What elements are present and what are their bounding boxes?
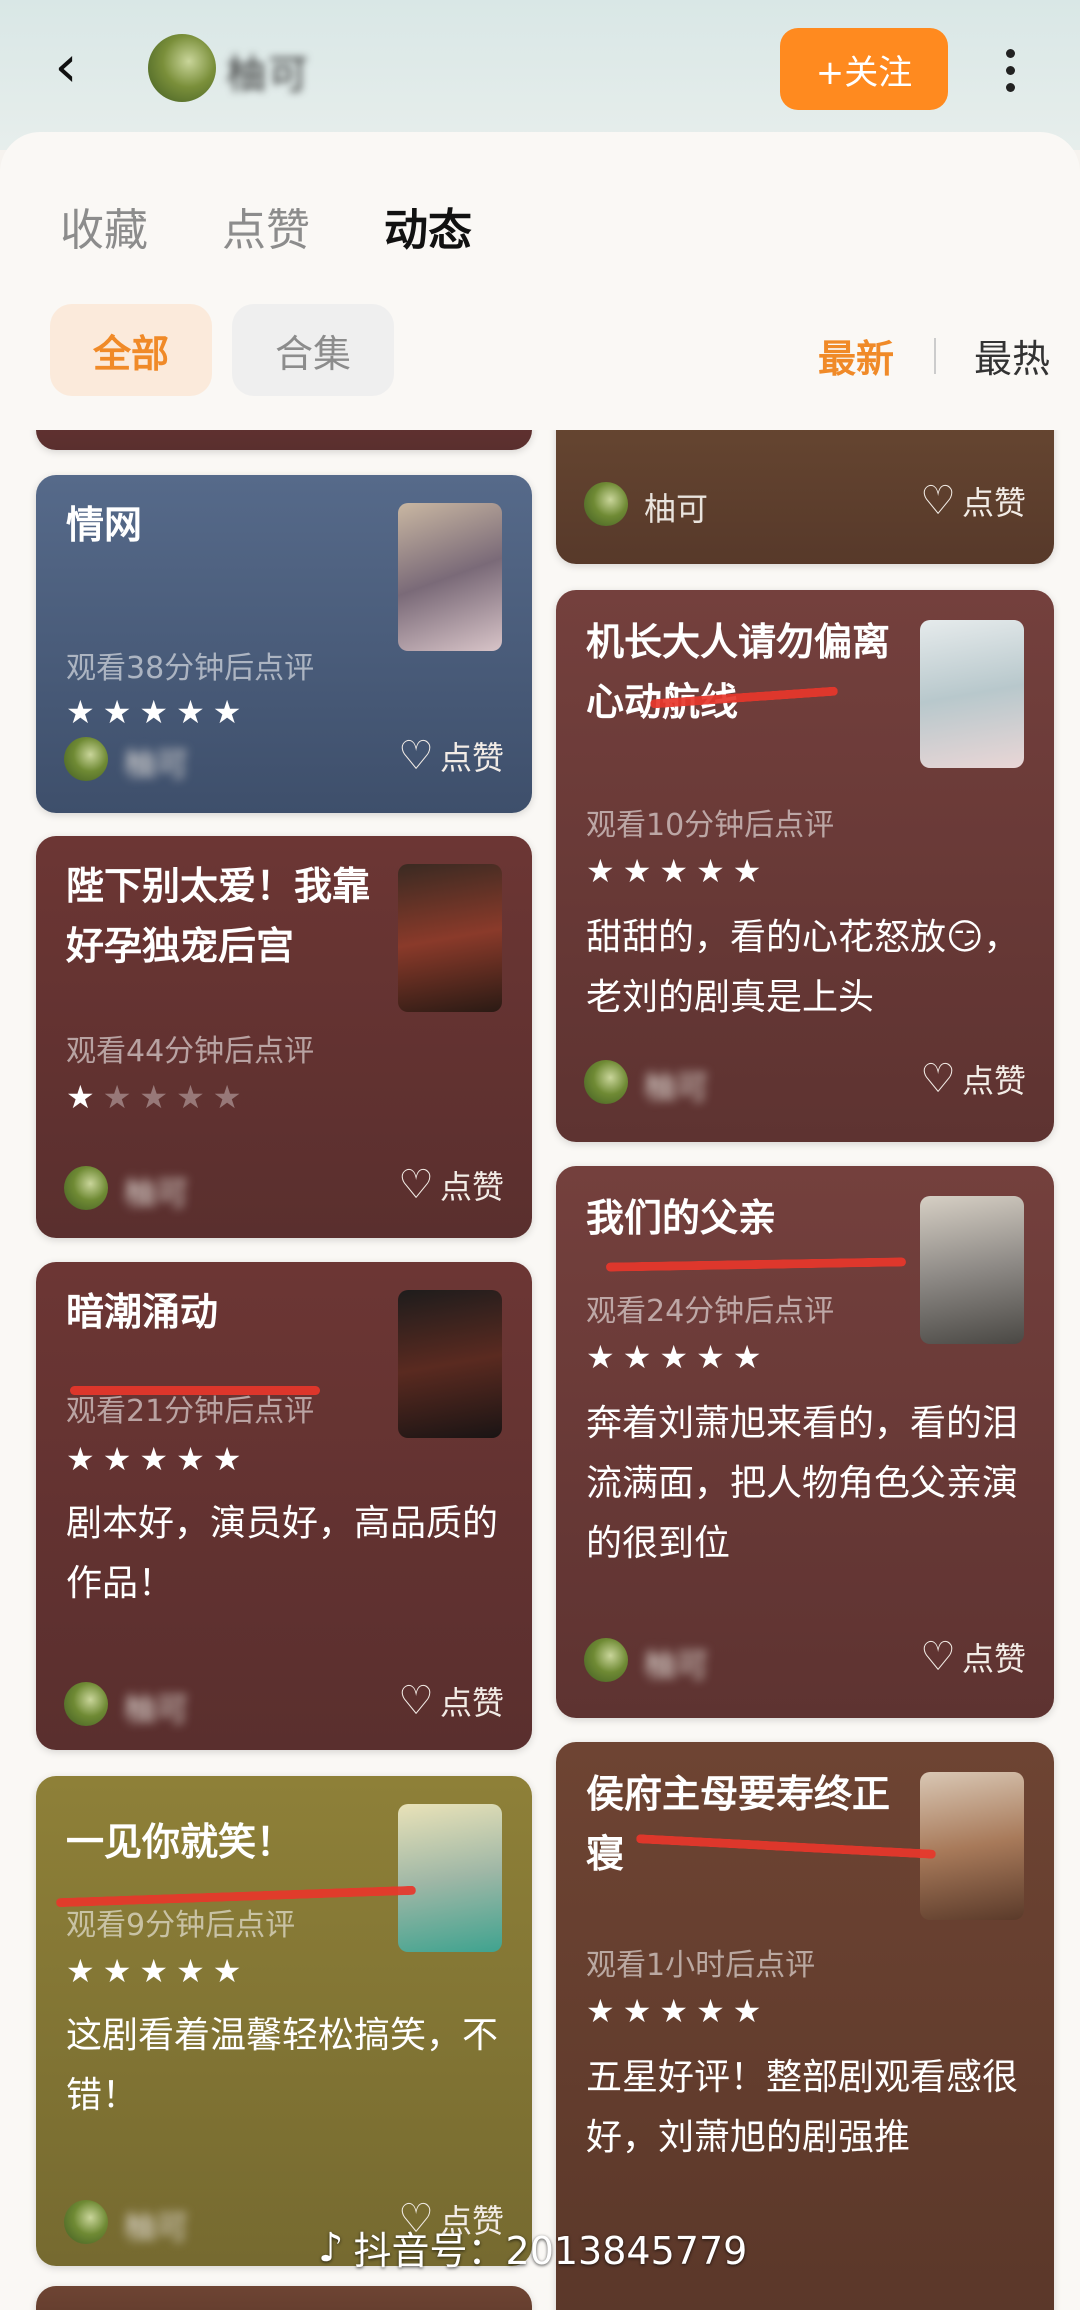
- heart-icon: ♡: [920, 478, 956, 524]
- review-text: 剧本好，演员好，高品质的作品！: [66, 1503, 499, 1604]
- profile-name: 柚可: [226, 52, 310, 98]
- review-feed[interactable]: 柚可 ♡ 点赞 情网 观看38分钟后点评 ★★★★★ 柚可 ♡ 点赞 机长大人请…: [0, 430, 1080, 2310]
- review-text: 这剧看着温馨轻松搞笑，不错！: [66, 2015, 499, 2116]
- card-user-name[interactable]: 柚可: [124, 739, 188, 785]
- like-label: 点赞: [439, 1168, 504, 1206]
- like-label: 点赞: [439, 1684, 504, 1722]
- drama-title[interactable]: 情网: [66, 495, 142, 555]
- sort-latest[interactable]: 最新: [818, 328, 894, 383]
- watch-time: 观看38分钟后点评: [66, 651, 315, 686]
- watch-time: 观看21分钟后点评: [66, 1394, 315, 1429]
- watermark-text: 抖音号：2013845779: [353, 2229, 748, 2273]
- drama-poster[interactable]: [398, 1290, 502, 1438]
- heart-icon: ♡: [398, 1162, 434, 1208]
- rating-stars: ★★★★★: [66, 1952, 250, 1990]
- card-user-name[interactable]: 柚可: [124, 1684, 188, 1730]
- review-text: 甜甜的，看的心花怒放😏，老刘的剧真是上头: [586, 917, 1020, 1018]
- drama-poster[interactable]: [920, 620, 1024, 768]
- drama-title[interactable]: 陛下别太爱！我靠好孕独宠后宫: [66, 856, 376, 976]
- like-label: 点赞: [439, 739, 504, 777]
- drama-poster[interactable]: [398, 1804, 502, 1952]
- review-card[interactable]: 柚可 ♡ 点赞: [556, 430, 1054, 564]
- tab-favorites[interactable]: 收藏: [60, 194, 148, 258]
- top-bar: ‹ 柚可 +关注: [0, 0, 1080, 150]
- tab-activity[interactable]: 动态: [384, 194, 472, 258]
- douyin-watermark: ♪ 抖音号：2013845779: [318, 2220, 747, 2275]
- heart-icon: ♡: [920, 1056, 956, 1102]
- drama-title[interactable]: 一见你就笑！: [66, 1812, 294, 1872]
- avatar[interactable]: [584, 1060, 628, 1104]
- avatar[interactable]: [64, 737, 108, 781]
- like-label: 点赞: [961, 1062, 1026, 1100]
- like-label: 点赞: [961, 1640, 1026, 1678]
- like-button[interactable]: ♡ 点赞: [920, 1056, 1026, 1102]
- like-label: 点赞: [961, 484, 1026, 522]
- filter-collection-chip[interactable]: 合集: [232, 304, 394, 396]
- back-button[interactable]: ‹: [36, 36, 96, 96]
- avatar[interactable]: [584, 482, 628, 526]
- like-button[interactable]: ♡ 点赞: [398, 1162, 504, 1208]
- card-user-name[interactable]: 柚可: [644, 484, 708, 530]
- heart-icon: ♡: [398, 733, 434, 779]
- watch-time: 观看9分钟后点评: [66, 1908, 296, 1943]
- rating-stars: ★★★★★: [586, 1338, 770, 1376]
- profile-tabs: 收藏 点赞 动态: [60, 194, 472, 258]
- rating-stars: ★★★★★: [66, 693, 250, 731]
- review-card[interactable]: 陛下别太爱！我靠好孕独宠后宫 观看44分钟后点评 ★★★★★ 柚可 ♡ 点赞: [36, 836, 532, 1238]
- like-button[interactable]: ♡ 点赞: [398, 1678, 504, 1724]
- chevron-left-icon: ‹: [54, 32, 78, 100]
- drama-poster[interactable]: [920, 1196, 1024, 1344]
- filter-all-chip[interactable]: 全部: [50, 304, 212, 396]
- drama-title[interactable]: 我们的父亲: [586, 1188, 776, 1248]
- drama-poster[interactable]: [398, 864, 502, 1012]
- watch-time: 观看1小时后点评: [586, 1948, 816, 1983]
- review-card[interactable]: 机长大人请勿偏离心动航线 观看10分钟后点评 ★★★★★ 甜甜的，看的心花怒放😏…: [556, 590, 1054, 1142]
- rating-stars: ★★★★★: [66, 1440, 250, 1478]
- douyin-logo-icon: ♪: [318, 2224, 344, 2271]
- rating-stars: ★★★★★: [586, 852, 770, 890]
- avatar[interactable]: [64, 2200, 108, 2244]
- card-user-name[interactable]: 柚可: [644, 1062, 708, 1108]
- watch-time: 观看24分钟后点评: [586, 1294, 835, 1329]
- tab-likes[interactable]: 点赞: [222, 194, 310, 258]
- drama-title[interactable]: 机长大人请勿偏离心动航线: [586, 612, 896, 732]
- follow-button[interactable]: +关注: [780, 28, 948, 110]
- avatar[interactable]: [64, 1682, 108, 1726]
- like-button[interactable]: ♡ 点赞: [398, 733, 504, 779]
- review-card[interactable]: [36, 430, 532, 450]
- drama-title[interactable]: 侯府主母要寿终正寝: [586, 1764, 896, 1884]
- more-vertical-icon[interactable]: [990, 30, 1030, 110]
- watch-time: 观看10分钟后点评: [586, 808, 835, 843]
- avatar[interactable]: [148, 34, 216, 102]
- sort-hottest[interactable]: 最热: [974, 328, 1050, 383]
- rating-stars: ★★★★★: [66, 1078, 250, 1116]
- review-card[interactable]: 我们的父亲 观看24分钟后点评 ★★★★★ 奔着刘萧旭来看的，看的泪流满面，把人…: [556, 1166, 1054, 1718]
- card-user-name[interactable]: 柚可: [124, 2202, 188, 2248]
- drama-poster[interactable]: [920, 1772, 1024, 1920]
- avatar[interactable]: [64, 1166, 108, 1210]
- watch-time: 观看44分钟后点评: [66, 1034, 315, 1069]
- review-card[interactable]: 情网 观看38分钟后点评 ★★★★★ 柚可 ♡ 点赞: [36, 475, 532, 813]
- like-button[interactable]: ♡ 点赞: [920, 478, 1026, 524]
- drama-title[interactable]: 暗潮涌动: [66, 1282, 218, 1342]
- rating-stars: ★★★★★: [586, 1992, 770, 2030]
- drama-poster[interactable]: [398, 503, 502, 651]
- review-card[interactable]: [36, 2286, 532, 2310]
- card-user-name[interactable]: 柚可: [644, 1640, 708, 1686]
- review-text: 奔着刘萧旭来看的，看的泪流满面，把人物角色父亲演的很到位: [586, 1403, 1019, 1564]
- card-user-name[interactable]: 柚可: [124, 1168, 188, 1214]
- avatar[interactable]: [584, 1638, 628, 1682]
- review-text: 五星好评！整部剧观看感很好，刘萧旭的剧强推: [586, 2057, 1019, 2158]
- like-button[interactable]: ♡ 点赞: [920, 1634, 1026, 1680]
- heart-icon: ♡: [920, 1634, 956, 1680]
- review-card[interactable]: 暗潮涌动 观看21分钟后点评 ★★★★★ 剧本好，演员好，高品质的作品！ 柚可 …: [36, 1262, 532, 1750]
- heart-icon: ♡: [398, 1678, 434, 1724]
- sort-divider: [934, 338, 936, 374]
- review-card[interactable]: 一见你就笑！ 观看9分钟后点评 ★★★★★ 这剧看着温馨轻松搞笑，不错！ 柚可 …: [36, 1776, 532, 2266]
- red-strike-line: [605, 1257, 907, 1272]
